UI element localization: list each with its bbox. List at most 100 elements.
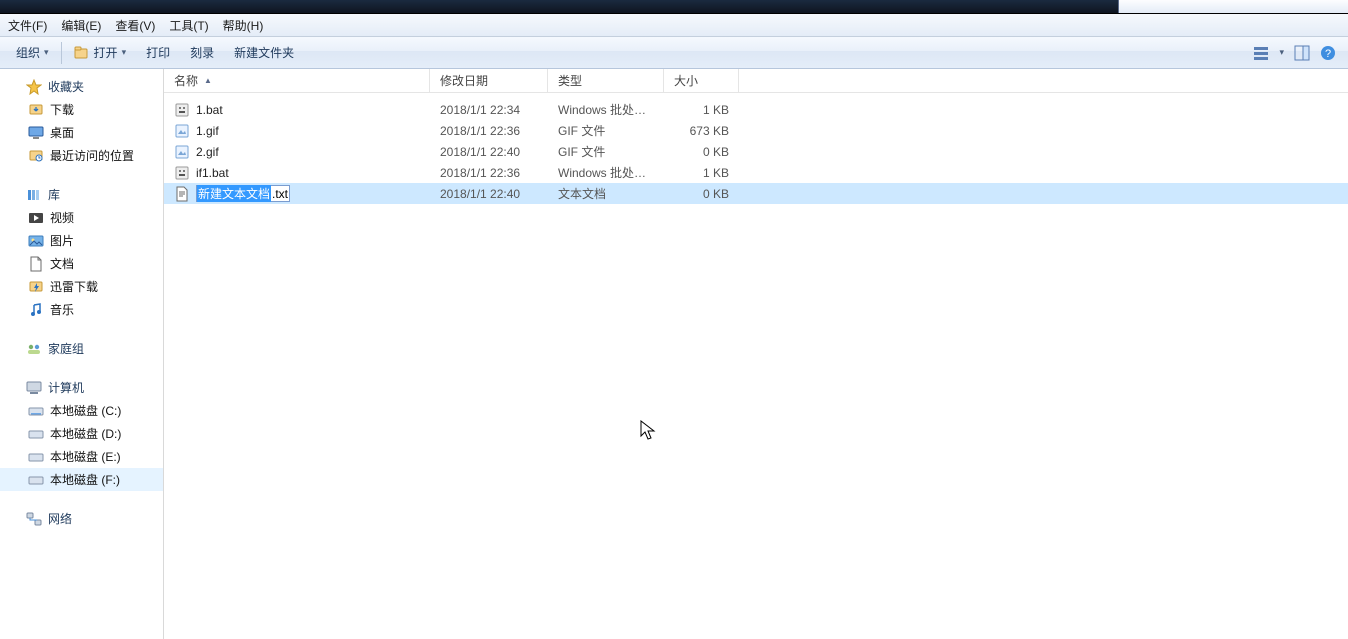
sidebar-head-computer[interactable]: 计算机 xyxy=(0,376,163,399)
network-icon xyxy=(26,511,42,527)
column-headers: 名称▲ 修改日期 类型 大小 xyxy=(164,69,1348,93)
preview-pane-button[interactable] xyxy=(1294,45,1310,61)
sort-asc-icon: ▲ xyxy=(204,76,212,85)
chevron-down-icon: ▾ xyxy=(1279,47,1284,58)
chevron-down-icon: ▾ xyxy=(122,47,127,58)
column-name[interactable]: 名称▲ xyxy=(164,69,430,92)
sidebar-item-music[interactable]: 音乐 xyxy=(0,298,163,321)
file-list[interactable]: 1.bat 2018/1/1 22:34 Windows 批处理... 1 KB… xyxy=(164,93,1348,639)
star-icon xyxy=(26,79,42,95)
open-button[interactable]: 打开▾ xyxy=(64,41,137,65)
toolbar: 组织▾ 打开▾ 打印 刻录 新建文件夹 ▾ ? xyxy=(0,37,1348,69)
file-row[interactable]: 1.gif 2018/1/1 22:36 GIF 文件 673 KB xyxy=(164,120,1348,141)
file-row[interactable]: 2.gif 2018/1/1 22:40 GIF 文件 0 KB xyxy=(164,141,1348,162)
file-date: 2018/1/1 22:36 xyxy=(430,124,548,138)
file-size: 1 KB xyxy=(664,103,739,117)
sidebar-item-videos[interactable]: 视频 xyxy=(0,206,163,229)
file-size: 0 KB xyxy=(664,145,739,159)
separator xyxy=(61,42,62,64)
svg-text:?: ? xyxy=(1325,48,1331,60)
sidebar-group-libraries: 库 视频 图片 文档 迅雷下载 音乐 xyxy=(0,183,163,321)
file-name: 1.bat xyxy=(196,103,223,117)
thunder-icon xyxy=(28,279,44,295)
file-type: GIF 文件 xyxy=(548,143,664,160)
sidebar-item-drive-d[interactable]: 本地磁盘 (D:) xyxy=(0,422,163,445)
sidebar-item-downloads[interactable]: 下载 xyxy=(0,98,163,121)
txt-file-icon xyxy=(174,186,190,202)
rename-extension: .txt xyxy=(271,187,289,201)
sidebar-item-pictures[interactable]: 图片 xyxy=(0,229,163,252)
search-input[interactable] xyxy=(1118,0,1348,13)
sidebar-item-drive-e[interactable]: 本地磁盘 (E:) xyxy=(0,445,163,468)
file-date: 2018/1/1 22:40 xyxy=(430,145,548,159)
view-options-button[interactable] xyxy=(1253,45,1269,61)
new-folder-button[interactable]: 新建文件夹 xyxy=(224,41,304,65)
rename-input[interactable]: 新建文本文档.txt xyxy=(196,185,290,202)
sidebar-item-recent[interactable]: 最近访问的位置 xyxy=(0,144,163,167)
chevron-down-icon: ▾ xyxy=(44,47,49,58)
libraries-icon xyxy=(26,187,42,203)
file-row[interactable]: 1.bat 2018/1/1 22:34 Windows 批处理... 1 KB xyxy=(164,99,1348,120)
sidebar-group-homegroup: 家庭组 xyxy=(0,337,163,360)
bat-file-icon xyxy=(174,102,190,118)
file-date: 2018/1/1 22:34 xyxy=(430,103,548,117)
file-date: 2018/1/1 22:36 xyxy=(430,166,548,180)
sidebar-item-thunder[interactable]: 迅雷下载 xyxy=(0,275,163,298)
file-type: Windows 批处理... xyxy=(548,101,664,118)
sidebar-item-drive-c[interactable]: 本地磁盘 (C:) xyxy=(0,399,163,422)
music-icon xyxy=(28,302,44,318)
sidebar-head-homegroup[interactable]: 家庭组 xyxy=(0,337,163,360)
menu-edit[interactable]: 编辑(E) xyxy=(61,17,101,34)
computer-icon xyxy=(26,380,42,396)
rename-selected-text: 新建文本文档 xyxy=(197,185,271,202)
column-date[interactable]: 修改日期 xyxy=(430,69,548,92)
bat-file-icon xyxy=(174,165,190,181)
address-bar[interactable] xyxy=(0,0,1348,14)
file-row[interactable]: if1.bat 2018/1/1 22:36 Windows 批处理... 1 … xyxy=(164,162,1348,183)
sidebar-group-network: 网络 xyxy=(0,507,163,530)
file-type: GIF 文件 xyxy=(548,122,664,139)
menu-view[interactable]: 查看(V) xyxy=(115,17,155,34)
help-button[interactable]: ? xyxy=(1320,45,1336,61)
file-name: if1.bat xyxy=(196,166,229,180)
sidebar-item-documents[interactable]: 文档 xyxy=(0,252,163,275)
sidebar: 收藏夹 下载 桌面 最近访问的位置 库 视频 xyxy=(0,69,164,639)
file-type: 文本文档 xyxy=(548,185,664,202)
recent-icon xyxy=(28,148,44,164)
menubar: 文件(F) 编辑(E) 查看(V) 工具(T) 帮助(H) xyxy=(0,14,1348,37)
sidebar-head-network[interactable]: 网络 xyxy=(0,507,163,530)
column-size[interactable]: 大小 xyxy=(664,69,739,92)
file-pane: 名称▲ 修改日期 类型 大小 1.bat 2018/1/1 22:34 Wind… xyxy=(164,69,1348,639)
video-icon xyxy=(28,210,44,226)
file-type: Windows 批处理... xyxy=(548,164,664,181)
sidebar-item-desktop[interactable]: 桌面 xyxy=(0,121,163,144)
gif-file-icon xyxy=(174,123,190,139)
drive-icon xyxy=(28,426,44,442)
file-name: 1.gif xyxy=(196,124,219,138)
pictures-icon xyxy=(28,233,44,249)
homegroup-icon xyxy=(26,341,42,357)
document-icon xyxy=(28,256,44,272)
mouse-cursor-icon xyxy=(640,420,656,447)
print-button[interactable]: 打印 xyxy=(136,41,180,65)
drive-icon xyxy=(28,449,44,465)
column-type[interactable]: 类型 xyxy=(548,69,664,92)
desktop-icon xyxy=(28,125,44,141)
file-size: 0 KB xyxy=(664,187,739,201)
sidebar-head-libraries[interactable]: 库 xyxy=(0,183,163,206)
sidebar-item-drive-f[interactable]: 本地磁盘 (F:) xyxy=(0,468,163,491)
drive-icon xyxy=(28,403,44,419)
gif-file-icon xyxy=(174,144,190,160)
sidebar-head-favorites[interactable]: 收藏夹 xyxy=(0,75,163,98)
burn-button[interactable]: 刻录 xyxy=(180,41,224,65)
menu-tools[interactable]: 工具(T) xyxy=(169,17,208,34)
organize-button[interactable]: 组织▾ xyxy=(6,41,59,65)
drive-icon xyxy=(28,472,44,488)
menu-file[interactable]: 文件(F) xyxy=(8,17,47,34)
file-row[interactable]: 新建文本文档.txt 2018/1/1 22:40 文本文档 0 KB xyxy=(164,183,1348,204)
file-date: 2018/1/1 22:40 xyxy=(430,187,548,201)
sidebar-group-favorites: 收藏夹 下载 桌面 最近访问的位置 xyxy=(0,75,163,167)
sidebar-group-computer: 计算机 本地磁盘 (C:) 本地磁盘 (D:) 本地磁盘 (E:) 本地磁盘 (… xyxy=(0,376,163,491)
downloads-icon xyxy=(28,102,44,118)
menu-help[interactable]: 帮助(H) xyxy=(223,17,264,34)
